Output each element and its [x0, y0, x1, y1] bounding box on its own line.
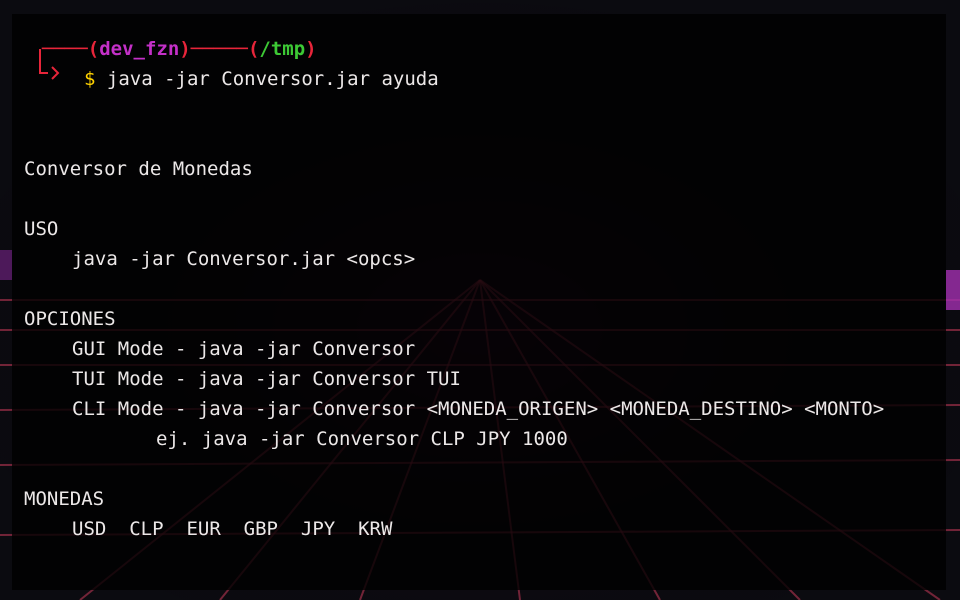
prompt-cwd: /tmp — [259, 38, 306, 60]
terminal-window[interactable]: ────(dev_fzn)─────(/tmp) $ java -jar Con… — [12, 14, 946, 590]
uso-line: java -jar Conversor.jar <opcs> — [72, 248, 416, 270]
opciones-header: OPCIONES — [24, 308, 116, 330]
output-title: Conversor de Monedas — [24, 158, 253, 180]
currency-item: EUR — [186, 518, 221, 540]
cli-example-line: ej. java -jar Conversor CLP JPY 1000 — [156, 428, 568, 450]
currency-item: JPY — [300, 518, 336, 540]
cli-mode-line: CLI Mode - java -jar Conversor <MONEDA_O… — [72, 398, 885, 420]
prompt-symbol: $ — [84, 68, 96, 90]
prompt-header-line: ────(dev_fzn)─────(/tmp) — [42, 38, 317, 60]
currency-list: USD CLP EUR GBP JPY KRW — [72, 514, 392, 544]
tui-mode-line: TUI Mode - java -jar Conversor TUI — [72, 368, 461, 390]
command-text: java -jar Conversor.jar ayuda — [106, 68, 439, 90]
uso-header: USO — [24, 218, 59, 240]
gui-mode-line: GUI Mode - java -jar Conversor — [72, 338, 416, 360]
prompt-user: dev_fzn — [99, 38, 180, 60]
currency-item: CLP — [129, 518, 164, 540]
currency-item: GBP — [243, 518, 278, 540]
currency-item: KRW — [358, 518, 393, 540]
command-line: $ java -jar Conversor.jar ayuda — [84, 64, 439, 94]
currency-item: USD — [72, 518, 107, 540]
monedas-header: MONEDAS — [24, 488, 105, 510]
